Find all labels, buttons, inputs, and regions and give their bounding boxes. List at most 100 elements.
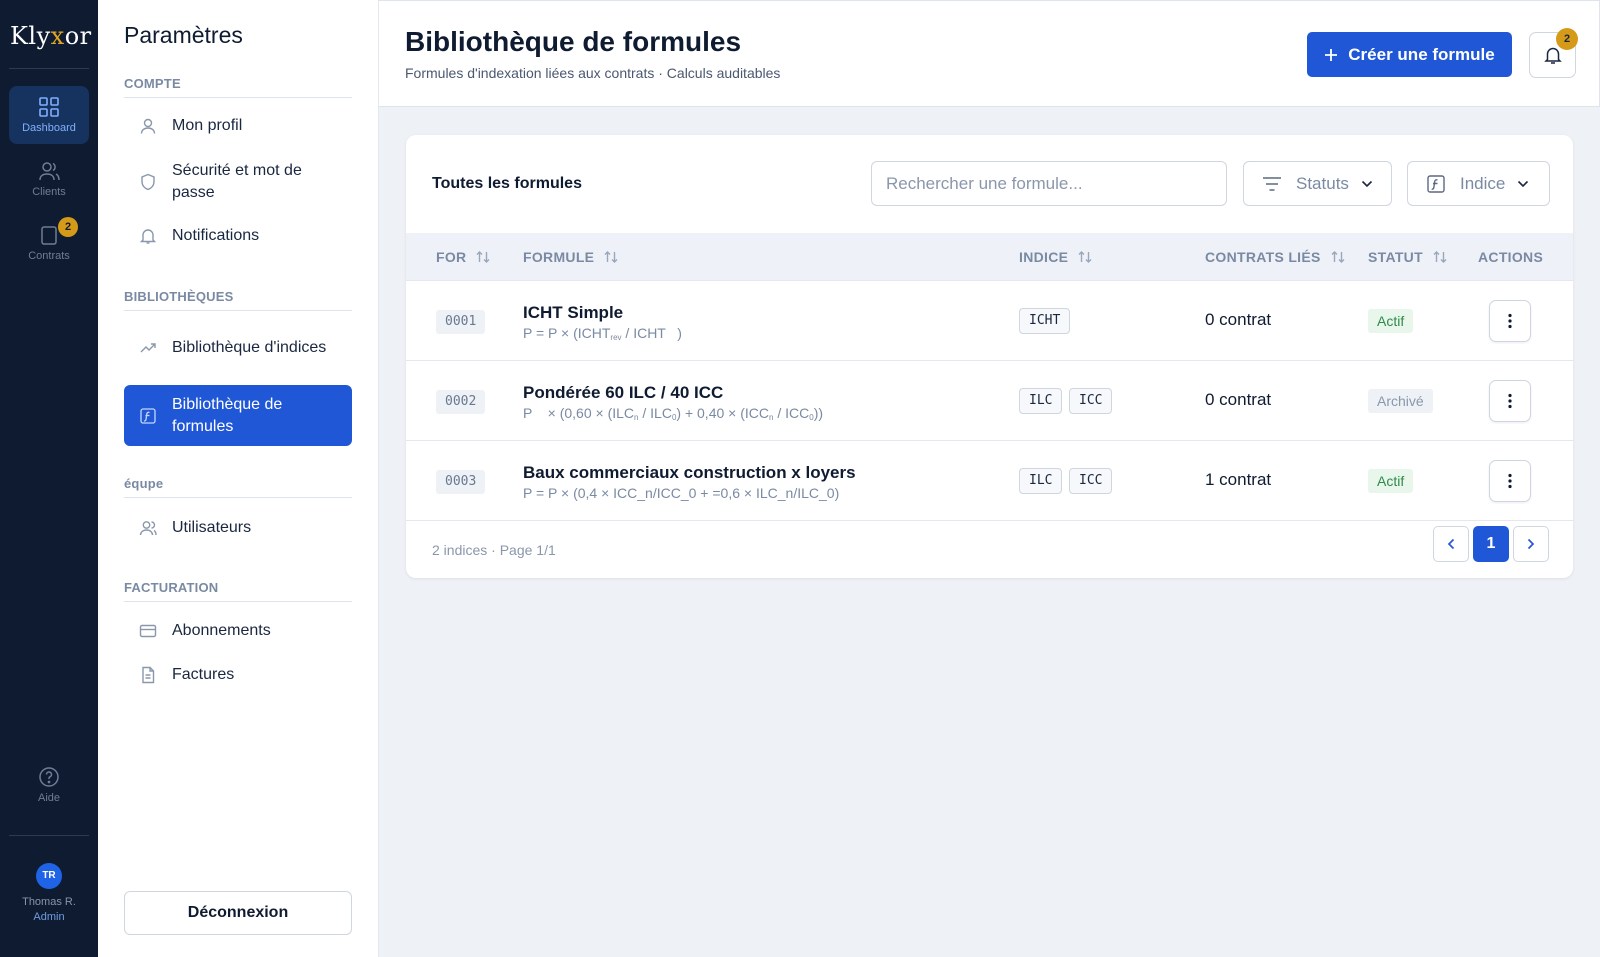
- formula-expression: P × (0,60 × (ILCn / ILC0) + 0,40 × (ICCn…: [523, 405, 823, 422]
- brand-logo[interactable]: Klyxor: [10, 22, 92, 50]
- index-tag: ICC: [1069, 388, 1113, 414]
- table-row[interactable]: 0002 Pondérée 60 ILC / 40 ICC P × (0,60 …: [406, 361, 1573, 441]
- status-filter-label: Statuts: [1296, 173, 1349, 193]
- rail-item-contrats[interactable]: Contrats 2: [9, 214, 89, 272]
- previous-page-button[interactable]: [1433, 526, 1469, 562]
- user-role: Admin: [33, 911, 65, 923]
- user-name: Thomas R.: [22, 896, 76, 908]
- nav-item-users[interactable]: Utilisateurs: [124, 506, 352, 550]
- rail-item-label: Dashboard: [22, 122, 76, 134]
- nav-item-label: Factures: [172, 666, 235, 683]
- index-tag: ICHT: [1019, 308, 1071, 334]
- table-header: FOR FORMULE INDICE CONTRATS LIÉS STATUT …: [406, 233, 1573, 281]
- nav-item-label: Abonnements: [172, 622, 271, 639]
- formula-code: 0002: [436, 390, 486, 414]
- help-icon: [39, 767, 59, 787]
- status-badge: Archivé: [1368, 389, 1433, 413]
- avatar[interactable]: TR: [36, 863, 62, 889]
- bell-icon: [1543, 47, 1562, 64]
- nav-item-security[interactable]: Sécurité et mot de passe: [124, 157, 352, 207]
- column-header-formule[interactable]: FORMULE: [523, 233, 619, 281]
- expr-part: ): [665, 325, 682, 341]
- expr-part: / ILC: [638, 405, 672, 421]
- sort-icon: [1077, 249, 1093, 265]
- column-label: STATUT: [1368, 249, 1423, 265]
- nav-item-profile[interactable]: Mon profil: [124, 104, 352, 148]
- function-icon: [1427, 174, 1445, 193]
- table-row[interactable]: 0003 Baux commerciaux construction x loy…: [406, 441, 1573, 521]
- nav-item-label: Utilisateurs: [172, 519, 252, 536]
- card-icon: [124, 622, 172, 640]
- rail-item-help[interactable]: Aide: [9, 766, 89, 824]
- rail-item-clients[interactable]: Clients: [9, 150, 89, 208]
- index-tag: ILC: [1019, 388, 1063, 414]
- chevron-left-icon: [1447, 538, 1455, 550]
- column-header-contrats[interactable]: CONTRATS LIÉS: [1205, 233, 1346, 281]
- more-vertical-icon: [1508, 393, 1512, 409]
- trend-icon: [124, 339, 172, 357]
- nav-item-label: Sécurité et mot de passe: [172, 162, 302, 201]
- card-title: Toutes les formules: [432, 175, 582, 192]
- sort-icon: [475, 249, 491, 265]
- rail-item-label: Aide: [37, 792, 61, 804]
- more-vertical-icon: [1508, 313, 1512, 329]
- status-badge: Actif: [1368, 309, 1414, 333]
- row-actions-button[interactable]: [1489, 300, 1531, 342]
- column-header-indice[interactable]: INDICE: [1019, 233, 1093, 281]
- page-header: Bibliothèque de formules Formules d'inde…: [379, 0, 1600, 107]
- nav-item-label: Bibliothèque de formules: [172, 395, 283, 435]
- bell-icon: [124, 227, 172, 245]
- formulas-card: Toutes les formules Statuts Indice FOR F…: [406, 135, 1573, 578]
- create-formula-button[interactable]: Créer une formule: [1307, 32, 1512, 77]
- formula-name: Pondérée 60 ILC / 40 ICC: [523, 383, 724, 402]
- logout-button[interactable]: Déconnexion: [124, 891, 352, 935]
- plus-icon: [1325, 48, 1338, 61]
- more-vertical-icon: [1508, 473, 1512, 489]
- index-filter-dropdown[interactable]: Indice: [1407, 161, 1550, 206]
- expr-subscript: rev: [610, 333, 622, 342]
- column-header-actions: ACTIONS: [1478, 233, 1543, 281]
- column-label: FOR: [436, 249, 467, 265]
- formula-name: ICHT Simple: [523, 303, 624, 322]
- section-title-facturation: FACTURATION: [124, 580, 352, 602]
- linked-contracts: 1 contrat: [1205, 470, 1272, 489]
- page-subtitle: Formules d'indexation liées aux contrats…: [405, 65, 781, 81]
- page-button-current[interactable]: 1: [1473, 526, 1509, 562]
- nav-item-indices[interactable]: Bibliothèque d'indices: [124, 323, 352, 373]
- status-badge: Actif: [1368, 469, 1414, 493]
- rail-item-dashboard[interactable]: Dashboard: [9, 86, 89, 144]
- expr-part: / ICHT: [621, 325, 666, 341]
- index-tag: ICC: [1069, 468, 1113, 494]
- row-actions-button[interactable]: [1489, 380, 1531, 422]
- shield-icon: [124, 173, 172, 191]
- nav-item-formules[interactable]: Bibliothèque de formules: [124, 385, 352, 446]
- rail-item-label: Contrats: [28, 250, 70, 262]
- formula-expression: P = P × (0,4 × ICC_n/ICC_0 + =0,6 × ILC_…: [523, 485, 840, 501]
- search-input[interactable]: [871, 161, 1227, 206]
- linked-contracts: 0 contrat: [1205, 310, 1272, 329]
- row-actions-button[interactable]: [1489, 460, 1531, 502]
- logo-text-start: Kly: [10, 22, 51, 50]
- nav-item-notifications[interactable]: Notifications: [124, 214, 352, 258]
- status-filter-dropdown[interactable]: Statuts: [1243, 161, 1392, 206]
- expr-part: )): [813, 405, 824, 421]
- filter-icon: [1263, 176, 1281, 191]
- chevron-down-icon: [1361, 180, 1372, 187]
- sort-icon: [1432, 249, 1448, 265]
- next-page-button[interactable]: [1513, 526, 1549, 562]
- table-row[interactable]: 0001 ICHT Simple P = P × (ICHTrev / ICHT…: [406, 281, 1573, 361]
- column-label: ACTIONS: [1478, 249, 1544, 265]
- formula-code: 0001: [436, 310, 486, 334]
- section-title-bibliotheques: BIBLIOTHÈQUES: [124, 289, 352, 311]
- logo-text-end: or: [64, 22, 92, 50]
- nav-item-label: Bibliothèque d'indices: [172, 339, 327, 356]
- column-header-statut[interactable]: STATUT: [1368, 233, 1448, 281]
- grid-icon: [39, 97, 59, 117]
- nav-item-subscriptions[interactable]: Abonnements: [124, 609, 352, 653]
- column-label: CONTRATS LIÉS: [1205, 249, 1321, 265]
- nav-item-invoices[interactable]: Factures: [124, 653, 352, 697]
- chevron-right-icon: [1527, 538, 1535, 550]
- create-formula-label: Créer une formule: [1348, 44, 1495, 64]
- rail-item-label: Clients: [32, 186, 66, 198]
- column-header-for[interactable]: FOR: [436, 233, 491, 281]
